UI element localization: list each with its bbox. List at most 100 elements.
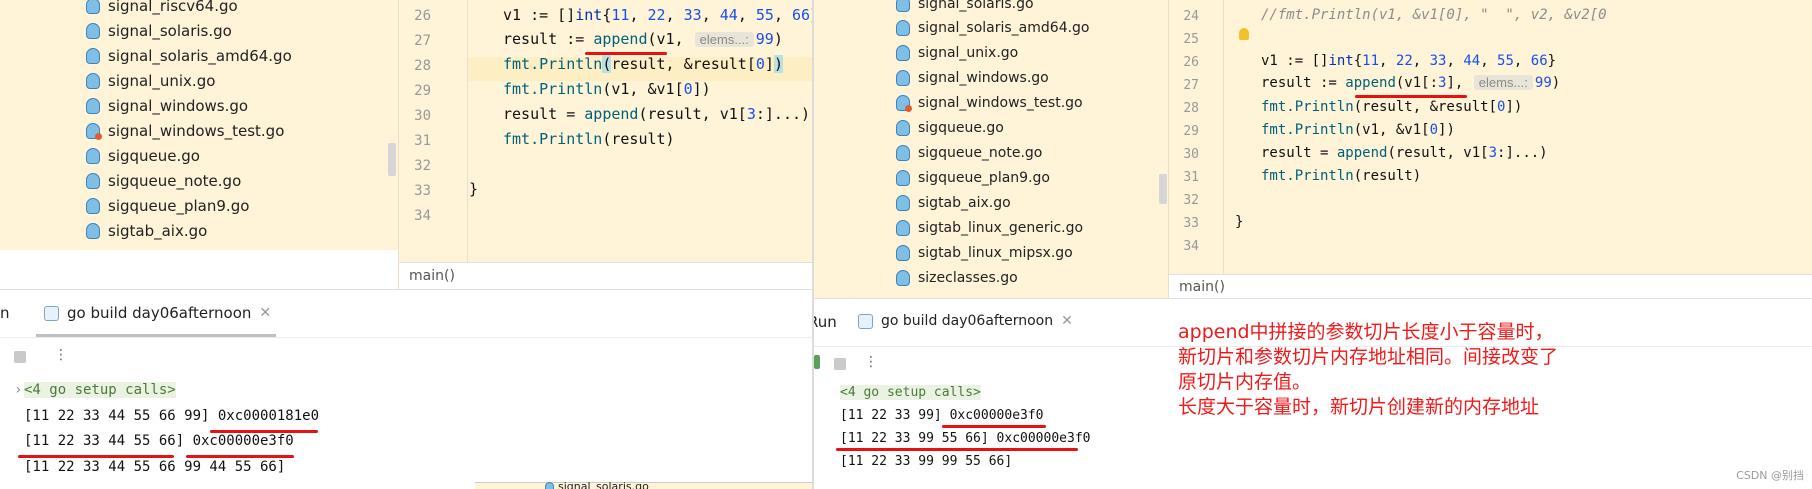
close-icon[interactable]: ✕: [259, 305, 271, 321]
file-item[interactable]: signal_windows.go: [86, 97, 248, 115]
project-tree: signal_riscv64.go signal_solaris.go sign…: [0, 0, 398, 250]
stop-icon[interactable]: [14, 351, 26, 363]
line-number: 27: [414, 33, 431, 49]
code-line-24: //fmt.Println(v1, &v1[0], " ", v2, &v2[0: [1261, 7, 1607, 23]
file-item[interactable]: sigqueue_plan9.go: [86, 197, 249, 215]
line-number: 34: [1183, 239, 1199, 254]
console-output: › <4 go setup calls> [11 22 33 44 55 66 …: [0, 375, 812, 489]
setup-calls-fold[interactable]: <4 go setup calls>: [840, 385, 981, 400]
file-item[interactable]: sigtab_linux_generic.go: [896, 220, 1083, 236]
tab-run-config[interactable]: go build day06afternoon ✕: [44, 304, 271, 322]
code-line-33: }: [469, 180, 479, 198]
code-line-28: fmt.Println(result, &result[0]): [1261, 99, 1523, 115]
file-item[interactable]: sigtab_aix.go: [896, 195, 1011, 211]
console-line: ›: [14, 382, 23, 398]
setup-calls-fold[interactable]: <4 go setup calls>: [24, 382, 176, 398]
breadcrumb[interactable]: main(): [1168, 274, 1812, 299]
file-item[interactable]: sigqueue_note.go: [896, 145, 1042, 161]
line-number: 24: [1183, 9, 1199, 24]
go-test-file-icon: [86, 123, 102, 140]
file-item[interactable]: signal_windows_test.go: [86, 122, 284, 140]
run-label: n: [0, 304, 10, 322]
go-file-icon: [86, 223, 100, 239]
line-number: 28: [414, 58, 431, 74]
left-screenshot: signal_riscv64.go signal_solaris.go sign…: [0, 0, 812, 489]
annotation-line: 原切片内存值。: [1178, 371, 1312, 393]
go-file-icon: [545, 481, 554, 489]
file-item[interactable]: sigqueue.go: [896, 120, 1004, 136]
rerun-icon[interactable]: [814, 355, 820, 369]
file-item[interactable]: signal_unix.go: [896, 45, 1018, 61]
go-file-icon: [86, 148, 100, 164]
code-editor[interactable]: 24 25 26 27 28 29 30 31 32 33 34 //fmt.P…: [1168, 0, 1812, 274]
tree-scrollbar[interactable]: [388, 143, 396, 176]
code-line-30: result = append(result, v1[3:]...): [1261, 145, 1548, 161]
build-icon: [858, 313, 873, 329]
go-file-icon: [896, 220, 910, 236]
stop-icon[interactable]: [834, 358, 846, 370]
build-icon: [44, 305, 59, 321]
go-file-icon: [86, 0, 100, 14]
go-file-icon: [86, 198, 100, 214]
run-toolbar: ⋮: [0, 337, 812, 376]
line-number: 29: [1183, 124, 1199, 139]
file-item[interactable]: sigqueue_plan9.go: [896, 170, 1050, 186]
go-file-icon: [896, 270, 910, 286]
file-item[interactable]: signal_unix.go: [86, 72, 215, 90]
line-number: 33: [414, 183, 431, 199]
file-item[interactable]: signal_riscv64.go: [86, 0, 238, 15]
file-item[interactable]: sizeclasses.go: [896, 270, 1018, 286]
console-line: [11 22 33 44 55 66] 0xc00000e3f0: [24, 433, 294, 449]
code-line-31: fmt.Println(result): [1261, 168, 1422, 184]
more-options-icon[interactable]: ⋮: [864, 354, 878, 370]
line-number: 30: [414, 108, 431, 124]
code-line-33: }: [1235, 214, 1244, 230]
line-number: 26: [1183, 55, 1199, 70]
file-item[interactable]: signal_solaris_amd64.go: [896, 20, 1090, 36]
code-line-29: fmt.Println(v1, &v1[0]): [1261, 122, 1455, 138]
code-line-30: result = append(result, v1[3:]...): [503, 105, 811, 123]
line-number: 26: [414, 8, 431, 24]
file-item[interactable]: signal_solaris.go: [86, 22, 232, 40]
line-number: 33: [1183, 216, 1199, 231]
go-file-icon: [896, 245, 910, 261]
line-number: 30: [1183, 147, 1199, 162]
file-item[interactable]: signal_windows_test.go: [896, 95, 1083, 112]
go-test-file-icon: [896, 95, 912, 112]
file-item[interactable]: sigtab_aix.go: [86, 222, 207, 240]
annotation-line: append中拼接的参数切片长度小于容量时，: [1178, 321, 1554, 343]
more-options-icon[interactable]: ⋮: [54, 347, 68, 363]
line-number: 29: [414, 83, 431, 99]
go-file-icon: [896, 195, 910, 211]
file-item[interactable]: sigqueue.go: [86, 147, 200, 165]
go-file-icon: [86, 73, 100, 89]
line-number: 34: [414, 208, 431, 224]
line-number: 31: [1183, 170, 1199, 185]
tab-run-config[interactable]: go build day06afternoon ✕: [858, 313, 1073, 329]
tree-scrollbar[interactable]: [1159, 174, 1167, 204]
console-line: [11 22 33 99 99 55 66]: [840, 454, 1013, 469]
close-icon[interactable]: ✕: [1061, 313, 1073, 329]
watermark: CSDN @别挡: [1736, 469, 1804, 482]
go-file-icon: [896, 145, 910, 161]
file-item[interactable]: signal_solaris_amd64.go: [86, 47, 292, 65]
right-screenshot: signal_solaris.go signal_solaris_amd64.g…: [814, 0, 1812, 489]
breadcrumb[interactable]: main(): [398, 262, 812, 290]
go-file-icon: [896, 70, 910, 86]
line-number: 25: [1183, 32, 1199, 47]
lightbulb-icon[interactable]: [1239, 28, 1249, 40]
file-item[interactable]: signal_solaris.go: [896, 0, 1034, 12]
line-number: 32: [1183, 193, 1199, 208]
go-file-icon: [896, 45, 910, 61]
code-line-29: fmt.Println(v1, &v1[0]): [503, 80, 711, 98]
file-item[interactable]: sigqueue_note.go: [86, 172, 241, 190]
underline-address-3: [186, 455, 294, 458]
code-editor[interactable]: 26 27 28 29 30 31 32 33 34 v1 := []int{1…: [398, 0, 812, 262]
file-item[interactable]: signal_windows.go: [896, 70, 1049, 86]
file-item[interactable]: sigtab_linux_mipsx.go: [896, 245, 1073, 261]
line-number: 27: [1183, 78, 1199, 93]
go-file-icon: [86, 48, 100, 64]
go-file-icon: [896, 120, 910, 136]
console-line: [11 22 33 99] 0xc00000e3f0: [840, 408, 1044, 423]
code-line-27: result := append(v1, elems...: 99): [503, 30, 783, 48]
